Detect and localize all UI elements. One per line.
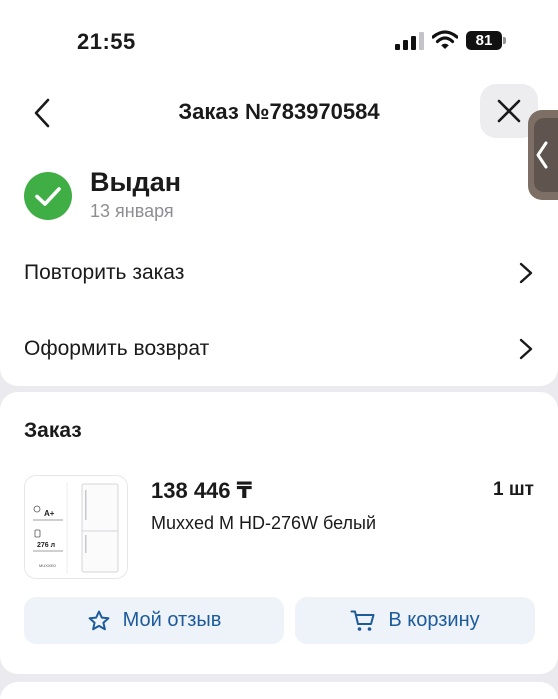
volume-label: 276 л [37, 542, 55, 549]
return-order-row[interactable]: Оформить возврат [24, 329, 534, 369]
side-panel-handle[interactable] [528, 110, 558, 200]
battery-tip [503, 37, 506, 44]
status-time: 21:55 [77, 29, 136, 54]
add-to-cart-label: В корзину [388, 609, 480, 631]
chevron-right-icon [519, 338, 533, 360]
order-heading: Заказ [24, 419, 82, 442]
my-review-label: Мой отзыв [122, 609, 222, 631]
chevron-left-icon [536, 141, 548, 169]
my-review-button[interactable]: Мой отзыв [24, 597, 284, 644]
refrigerator-image: A+ 276 л MUXXED [25, 476, 127, 578]
check-circle-icon [24, 172, 72, 220]
cart-icon [350, 610, 375, 631]
return-order-label: Оформить возврат [24, 337, 210, 360]
energy-class-label: A+ [44, 509, 55, 518]
page-title: Заказ №783970584 [178, 99, 380, 124]
order-summary-card: Заказ №783970584 Выдан 13 января Повтори… [0, 80, 558, 386]
product-image[interactable]: A+ 276 л MUXXED [24, 475, 128, 579]
product-price: 138 446 ₸ [151, 478, 252, 503]
repeat-order-label: Повторить заказ [24, 261, 185, 284]
star-icon [88, 610, 110, 630]
wifi-icon [432, 30, 458, 49]
product-quantity: 1 шт [493, 479, 534, 500]
status-bar: 21:55 81 [0, 0, 558, 80]
cellular-signal-icon [395, 32, 424, 50]
order-status-date: 13 января [90, 201, 174, 221]
chevron-right-icon [519, 262, 533, 284]
order-items-card: Заказ A+ 276 л MUXXED 138 446 ₸ 1 шт Mux… [0, 392, 558, 674]
close-icon [497, 99, 521, 123]
brand-label: MUXXED [39, 563, 56, 568]
product-name[interactable]: Muxxed M HD-276W белый [151, 513, 376, 534]
next-section-card [0, 682, 558, 699]
repeat-order-row[interactable]: Повторить заказ [24, 253, 534, 293]
order-status-title: Выдан [90, 167, 182, 197]
battery-indicator: 81 [466, 31, 502, 50]
add-to-cart-button[interactable]: В корзину [295, 597, 535, 644]
